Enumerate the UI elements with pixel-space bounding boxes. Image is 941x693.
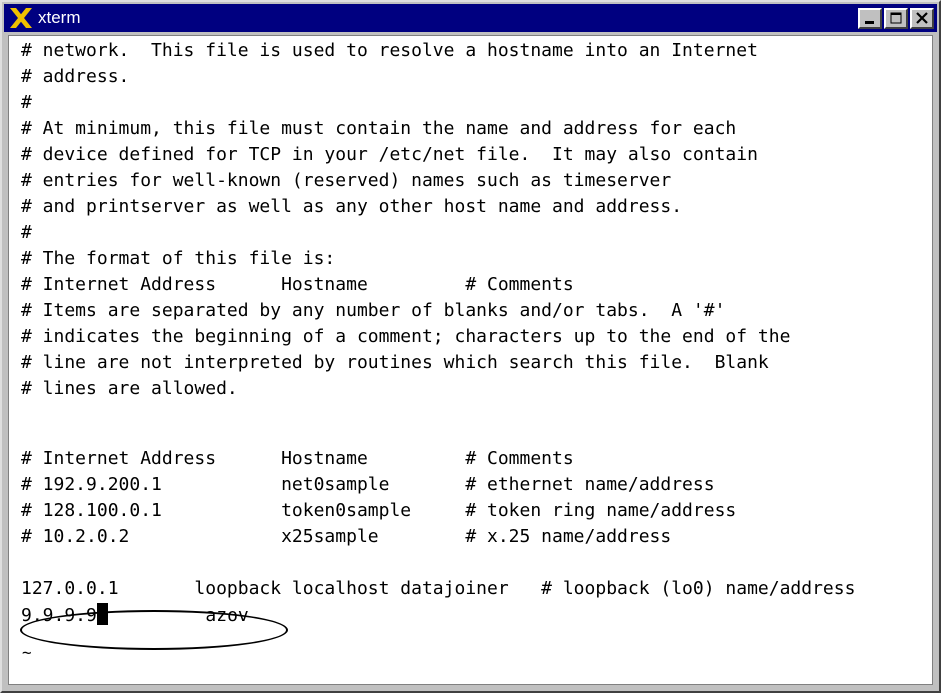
empty-line-marker: ~ — [22, 643, 32, 662]
terminal-line: # At minimum, this file must contain the… — [21, 118, 737, 139]
loopback-entry-line: 127.0.0.1 loopback localhost datajoiner … — [21, 578, 856, 599]
terminal-area[interactable]: # network. This file is used to resolve … — [8, 35, 933, 685]
terminal-line: # address. — [21, 66, 130, 87]
terminal-line: # 192.9.200.1 net0sample # ethernet name… — [21, 474, 715, 495]
terminal-line: # Items are separated by any number of b… — [21, 300, 726, 321]
title-bar[interactable]: xterm — [4, 4, 937, 32]
highlight-ellipse — [20, 610, 288, 650]
minimize-icon — [865, 20, 874, 24]
terminal-line: # indicates the beginning of a comment; … — [21, 326, 791, 347]
x-logo-icon — [10, 8, 32, 28]
window-controls — [858, 7, 934, 29]
terminal-line: # entries for well-known (reserved) name… — [21, 170, 672, 191]
terminal-line: # Internet Address Hostname # Comments — [21, 448, 574, 469]
terminal-line: # lines are allowed. — [21, 378, 238, 399]
terminal-line: # — [21, 92, 32, 113]
maximize-icon — [890, 12, 902, 23]
terminal-line: # and printserver as well as any other h… — [21, 196, 683, 217]
minimize-button[interactable] — [858, 7, 882, 29]
terminal-line: # network. This file is used to resolve … — [21, 40, 758, 61]
terminal-line: # — [21, 222, 32, 243]
terminal-line: # 128.100.0.1 token0sample # token ring … — [21, 500, 737, 521]
close-icon — [916, 11, 928, 24]
terminal-line: # The format of this file is: — [21, 248, 336, 269]
terminal-line: # device defined for TCP in your /etc/ne… — [21, 144, 758, 165]
terminal-line: # 10.2.0.2 x25sample # x.25 name/address — [21, 526, 672, 547]
maximize-button[interactable] — [884, 7, 908, 29]
window-title: xterm — [38, 8, 81, 27]
terminal-line: # line are not interpreted by routines w… — [21, 352, 769, 373]
terminal-line: # Internet Address Hostname # Comments — [21, 274, 574, 295]
xterm-window: xterm # network. This file is used to re… — [0, 0, 941, 693]
close-button[interactable] — [910, 7, 934, 29]
